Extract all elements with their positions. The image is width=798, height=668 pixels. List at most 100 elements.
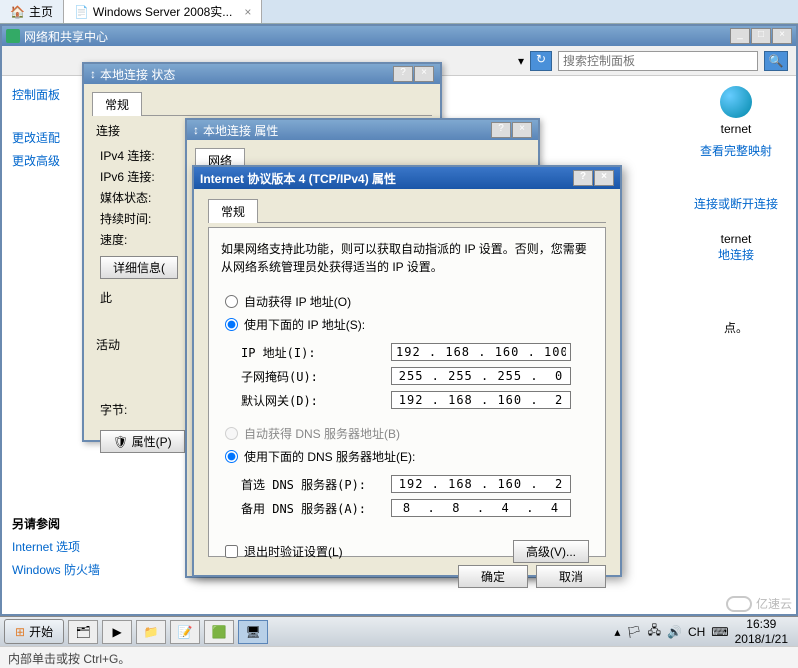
- titlebar[interactable]: ↕ 本地连接 属性 ? ×: [187, 120, 538, 140]
- link-change-advanced[interactable]: 更改高级: [12, 152, 72, 169]
- advanced-button[interactable]: 高级(V)...: [513, 540, 589, 563]
- description-text: 如果网络支持此功能，则可以获取自动指派的 IP 设置。否则，您需要从网络系统管理…: [221, 240, 593, 276]
- ip-group: IP 地址(I): 子网掩码(U): 默认网关(D):: [221, 336, 593, 422]
- titlebar[interactable]: Internet 协议版本 4 (TCP/IPv4) 属性 ? ×: [194, 167, 620, 189]
- details-button[interactable]: 详细信息(: [100, 256, 178, 279]
- gateway-label: 默认网关(D):: [241, 392, 391, 409]
- network-icon: ↕: [90, 67, 96, 81]
- ipv4-label: IPv4 连接:: [100, 147, 180, 164]
- taskbar-folder-icon[interactable]: 📁: [136, 620, 166, 644]
- close-button[interactable]: ×: [414, 66, 434, 82]
- close-button[interactable]: ×: [594, 170, 614, 186]
- taskbar-explorer-icon[interactable]: 🗂: [68, 620, 98, 644]
- radio-use-ip-row[interactable]: 使用下面的 IP 地址(S):: [221, 313, 593, 336]
- dns1-input[interactable]: [391, 475, 571, 493]
- tab-home[interactable]: 🏠 主页: [0, 0, 64, 23]
- taskbar-network-icon[interactable]: 🖥: [238, 620, 268, 644]
- gateway-input[interactable]: [391, 391, 571, 409]
- cloud-icon: [726, 596, 752, 612]
- cancel-button[interactable]: 取消: [536, 565, 606, 588]
- hint-text: 内部单击或按 Ctrl+G。: [8, 652, 130, 666]
- validate-row[interactable]: 退出时验证设置(L) 高级(V)...: [221, 536, 593, 567]
- ipv6-label: IPv6 连接:: [100, 168, 180, 185]
- system-tray: ▴ 🏳 🖧 🔊 CH ⌨ 16:39 2018/1/21: [614, 617, 794, 646]
- radio-use-dns-row[interactable]: 使用下面的 DNS 服务器地址(E):: [221, 445, 593, 468]
- help-button[interactable]: ?: [573, 170, 593, 186]
- radio-auto-dns: [225, 427, 238, 440]
- maximize-button[interactable]: □: [751, 28, 771, 44]
- left-panel: 控制面板 更改适配 更改高级: [12, 86, 72, 175]
- validate-checkbox[interactable]: [225, 545, 238, 558]
- tray-network-icon[interactable]: 🖧: [648, 621, 661, 642]
- window-controls: ? ×: [393, 66, 434, 82]
- dropdown-indicator[interactable]: ▾: [518, 54, 524, 68]
- window-controls: _ □ ×: [730, 28, 792, 44]
- close-button[interactable]: ×: [772, 28, 792, 44]
- home-icon: 🏠: [10, 5, 25, 19]
- start-button[interactable]: ⊞ 开始: [4, 619, 64, 644]
- taskbar-app-icon[interactable]: 🟩: [204, 620, 234, 644]
- radio-auto-dns-row: 自动获得 DNS 服务器地址(B): [221, 422, 593, 445]
- window-title: 本地连接 状态: [100, 66, 175, 83]
- titlebar: 网络和共享中心 _ □ ×: [2, 26, 796, 46]
- search-input[interactable]: [558, 51, 758, 71]
- windows-icon: ⊞: [15, 625, 25, 639]
- tab-content: 如果网络支持此功能，则可以获取自动指派的 IP 设置。否则，您需要从网络系统管理…: [208, 227, 606, 557]
- ip-address-label: IP 地址(I):: [241, 344, 391, 361]
- page-icon: 📄: [74, 5, 89, 19]
- bytes-label: 字节:: [100, 401, 180, 418]
- language-indicator[interactable]: CH: [688, 625, 705, 639]
- refresh-button[interactable]: ↻: [530, 51, 552, 71]
- taskbar-notepad-icon[interactable]: 📝: [170, 620, 200, 644]
- tray-flag-icon[interactable]: 🏳: [626, 625, 641, 639]
- watermark: 亿速云: [726, 595, 792, 612]
- window-title: Internet 协议版本 4 (TCP/IPv4) 属性: [200, 170, 396, 187]
- tab-general[interactable]: 常规: [208, 199, 258, 223]
- subnet-mask-input[interactable]: [391, 367, 571, 385]
- help-button[interactable]: ?: [393, 66, 413, 82]
- close-icon[interactable]: ×: [244, 5, 251, 19]
- window-icon: [6, 29, 20, 43]
- dns2-input[interactable]: [391, 499, 571, 517]
- tcpip-properties-window: Internet 协议版本 4 (TCP/IPv4) 属性 ? × 常规 如果网…: [192, 165, 622, 577]
- radio-use-ip[interactable]: [225, 318, 238, 331]
- radio-use-dns-label: 使用下面的 DNS 服务器地址(E):: [244, 448, 415, 465]
- tab-label: Windows Server 2008实...: [93, 3, 232, 20]
- window-controls: ? ×: [491, 122, 532, 138]
- globe-icon: [720, 86, 752, 118]
- tray-ime-icon[interactable]: ⌨: [711, 625, 728, 639]
- text-dot: 点。: [724, 321, 748, 335]
- radio-auto-dns-label: 自动获得 DNS 服务器地址(B): [244, 425, 400, 442]
- link-control-panel[interactable]: 控制面板: [12, 86, 72, 103]
- dns1-label: 首选 DNS 服务器(P):: [241, 476, 391, 493]
- browser-tabs: 🏠 主页 📄 Windows Server 2008实... ×: [0, 0, 798, 24]
- tab-general[interactable]: 常规: [92, 92, 142, 116]
- search-button[interactable]: 🔍: [764, 51, 788, 71]
- ok-button[interactable]: 确定: [458, 565, 528, 588]
- radio-auto-ip-row[interactable]: 自动获得 IP 地址(O): [221, 290, 593, 313]
- help-button[interactable]: ?: [491, 122, 511, 138]
- radio-auto-ip[interactable]: [225, 295, 238, 308]
- close-button[interactable]: ×: [512, 122, 532, 138]
- properties-button[interactable]: 🛡 属性(P): [100, 430, 185, 453]
- link-change-adapter[interactable]: 更改适配: [12, 129, 72, 146]
- titlebar[interactable]: ↕ 本地连接 状态 ? ×: [84, 64, 440, 84]
- link-connect[interactable]: 连接或断开连接: [686, 195, 786, 212]
- media-label: 媒体状态:: [100, 189, 180, 206]
- link-internet-options[interactable]: Internet 选项: [12, 538, 100, 555]
- link-windows-firewall[interactable]: Windows 防火墙: [12, 561, 100, 578]
- tray-show-hidden-icon[interactable]: ▴: [614, 625, 620, 639]
- radio-use-dns[interactable]: [225, 450, 238, 463]
- text-ternet: ternet: [721, 232, 752, 246]
- clock[interactable]: 16:39 2018/1/21: [735, 617, 788, 646]
- link-view-map[interactable]: 查看完整映射: [686, 142, 786, 159]
- tray-sound-icon[interactable]: 🔊: [667, 625, 682, 639]
- see-also-section: 另请参阅 Internet 选项 Windows 防火墙: [12, 515, 100, 584]
- link-local-conn[interactable]: 地连接: [686, 246, 786, 263]
- network-icon: ↕: [193, 123, 199, 137]
- dns-group: 首选 DNS 服务器(P): 备用 DNS 服务器(A):: [221, 468, 593, 530]
- tab-windows-server[interactable]: 📄 Windows Server 2008实... ×: [64, 0, 262, 23]
- ip-address-input[interactable]: [391, 343, 571, 361]
- minimize-button[interactable]: _: [730, 28, 750, 44]
- taskbar-powershell-icon[interactable]: ▶: [102, 620, 132, 644]
